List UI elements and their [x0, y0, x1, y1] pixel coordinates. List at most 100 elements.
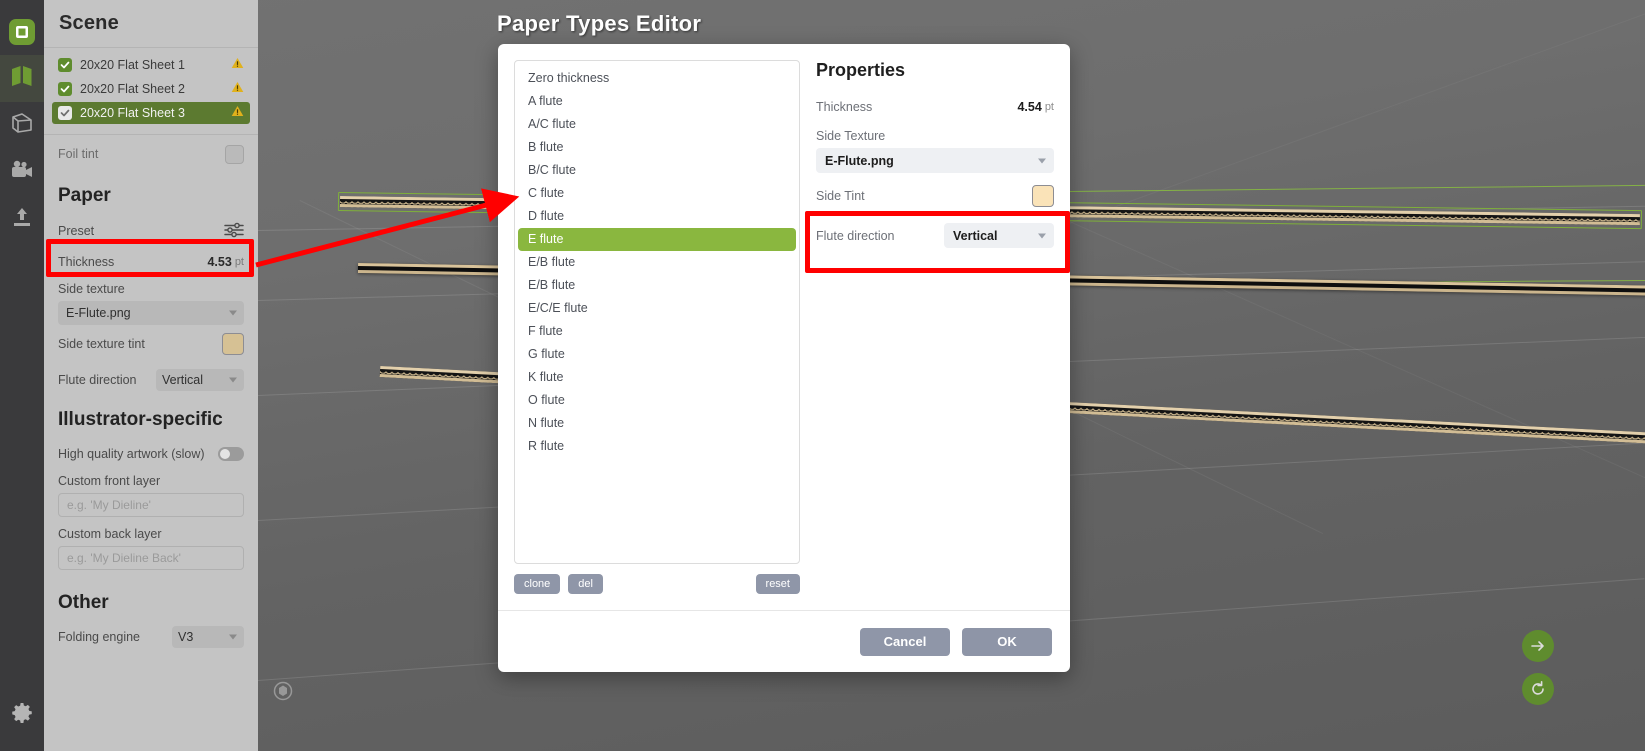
custom-back-label: Custom back layer — [58, 527, 162, 541]
cancel-button[interactable]: Cancel — [860, 627, 950, 656]
reset-button[interactable]: reset — [755, 574, 800, 594]
high-quality-toggle[interactable] — [218, 447, 244, 461]
modal-title: Paper Types Editor — [497, 11, 702, 36]
sidebar-item-export[interactable] — [0, 196, 44, 243]
scene-sidebar: Scene 20x20 Flat Sheet 1 20x20 Flat Shee… — [44, 0, 258, 751]
list-item[interactable]: N flute — [518, 412, 796, 435]
list-item[interactable]: 20x20 Flat Sheet 2 — [52, 78, 250, 100]
list-item[interactable]: Zero thickness — [518, 67, 796, 90]
properties-thickness-label: Thickness — [816, 100, 873, 114]
reset-view-button[interactable] — [1522, 673, 1554, 705]
thickness-unit: pt — [234, 256, 244, 268]
custom-back-placeholder: e.g. 'My Dieline Back' — [67, 551, 181, 565]
modal-body: Zero thickness A flute A/C flute B flute… — [498, 44, 1070, 610]
list-item[interactable]: B/C flute — [518, 159, 796, 182]
chevron-down-icon — [1038, 233, 1046, 238]
foil-section: Foil tint — [44, 135, 258, 173]
folding-engine-label: Folding engine — [58, 630, 141, 644]
list-item[interactable]: E/B flute — [518, 274, 796, 297]
list-item[interactable]: K flute — [518, 366, 796, 389]
flute-direction-value: Vertical — [162, 373, 203, 387]
list-item[interactable]: R flute — [518, 435, 796, 458]
properties-panel: Properties Thickness 4.54 pt Side Textur… — [816, 60, 1054, 594]
side-texture-label: Side texture — [58, 282, 125, 296]
list-item[interactable]: 20x20 Flat Sheet 1 — [52, 54, 250, 76]
list-item-label: 20x20 Flat Sheet 2 — [80, 82, 185, 96]
list-item[interactable]: B flute — [518, 136, 796, 159]
properties-side-texture-value: E-Flute.png — [825, 153, 894, 168]
properties-side-texture-label: Side Texture — [816, 129, 886, 143]
chevron-down-icon — [229, 377, 237, 383]
target-icon[interactable] — [272, 680, 294, 707]
list-item[interactable]: C flute — [518, 182, 796, 205]
foil-tint-label: Foil tint — [58, 147, 99, 161]
list-item[interactable]: F flute — [518, 320, 796, 343]
list-item-selected[interactable]: E flute — [518, 228, 796, 251]
list-action-buttons: clone del reset — [514, 574, 800, 594]
list-item[interactable]: G flute — [518, 343, 796, 366]
custom-front-placeholder: e.g. 'My Dieline' — [67, 498, 151, 512]
toggle-knob — [220, 449, 230, 459]
checkbox-icon[interactable] — [58, 106, 72, 120]
list-item[interactable]: O flute — [518, 389, 796, 412]
other-heading: Other — [58, 592, 109, 613]
paper-section: Paper Preset Thickness 4.53 pt Side text… — [44, 173, 258, 397]
dieline-icon — [9, 63, 35, 94]
side-texture-tint-label: Side texture tint — [58, 337, 145, 351]
logo-icon[interactable] — [0, 8, 44, 55]
ok-button[interactable]: OK — [962, 627, 1052, 656]
preset-row[interactable]: Preset — [58, 215, 244, 247]
side-texture-tint-row[interactable]: Side texture tint — [58, 325, 244, 363]
other-section: Other Folding engine V3 — [44, 570, 258, 652]
foil-tint-row[interactable]: Foil tint — [58, 135, 244, 173]
clone-button[interactable]: clone — [514, 574, 561, 594]
folding-engine-select[interactable]: V3 — [172, 626, 244, 648]
properties-side-tint-label: Side Tint — [816, 189, 865, 203]
properties-title: Properties — [816, 60, 906, 80]
warning-icon[interactable] — [231, 80, 244, 98]
checkbox-icon[interactable] — [58, 58, 72, 72]
box-3d-icon — [9, 111, 35, 140]
flute-direction-select[interactable]: Vertical — [156, 369, 244, 391]
modal-footer: Cancel OK — [498, 610, 1070, 672]
list-item[interactable]: D flute — [518, 205, 796, 228]
list-item-label: 20x20 Flat Sheet 3 — [80, 106, 185, 120]
sidebar-item-camera[interactable] — [0, 149, 44, 196]
list-item[interactable]: E/B flute — [518, 251, 796, 274]
properties-thickness-row: Thickness 4.54 pt — [816, 95, 1054, 119]
properties-side-texture-select[interactable]: E-Flute.png — [816, 148, 1054, 173]
properties-flute-direction-select[interactable]: Vertical — [944, 223, 1054, 248]
export-icon — [10, 205, 34, 234]
gear-icon — [10, 701, 34, 730]
selection-guide-line — [1060, 184, 1645, 193]
camera-icon — [9, 159, 35, 186]
paper-type-list[interactable]: Zero thickness A flute A/C flute B flute… — [514, 60, 800, 564]
side-texture-tint-swatch[interactable] — [222, 333, 244, 355]
foil-tint-swatch[interactable] — [225, 144, 244, 164]
properties-flute-direction-row: Flute direction Vertical — [816, 223, 1054, 248]
thickness-label: Thickness — [58, 255, 115, 269]
list-item[interactable]: E/C/E flute — [518, 297, 796, 320]
list-item[interactable]: A/C flute — [518, 113, 796, 136]
illustrator-heading: Illustrator-specific — [58, 409, 223, 430]
properties-side-tint-swatch[interactable] — [1032, 185, 1054, 207]
warning-icon[interactable] — [231, 56, 244, 74]
sliders-icon[interactable] — [224, 222, 244, 241]
list-item[interactable]: A flute — [518, 90, 796, 113]
thickness-row: Thickness 4.53 pt — [58, 247, 244, 277]
custom-back-input[interactable]: e.g. 'My Dieline Back' — [58, 546, 244, 570]
warning-icon[interactable] — [231, 104, 244, 122]
checkbox-icon[interactable] — [58, 82, 72, 96]
sidebar-item-3d-box[interactable] — [0, 102, 44, 149]
next-step-button[interactable] — [1522, 630, 1554, 662]
side-texture-select[interactable]: E-Flute.png — [58, 301, 244, 325]
list-item-selected[interactable]: 20x20 Flat Sheet 3 — [52, 102, 250, 124]
del-button[interactable]: del — [568, 574, 603, 594]
side-texture-value: E-Flute.png — [66, 306, 131, 320]
custom-front-input[interactable]: e.g. 'My Dieline' — [58, 493, 244, 517]
sidebar-item-dieline[interactable] — [0, 55, 44, 102]
arrow-right-icon — [1531, 641, 1544, 651]
chevron-down-icon — [229, 310, 237, 316]
settings-button[interactable] — [0, 692, 44, 739]
page-title: Scene — [59, 12, 119, 34]
